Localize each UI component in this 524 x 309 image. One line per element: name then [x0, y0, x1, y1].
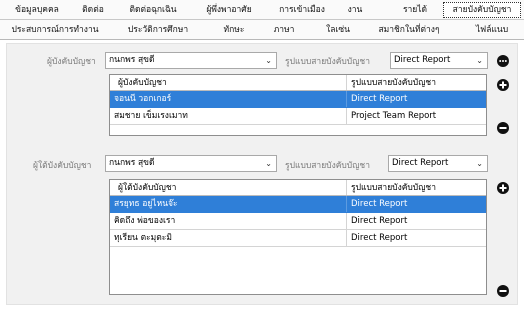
- supervisor-table: ผู้บังคับบัญชา รูปแบบสายบังคับบัญชา จอนน…: [109, 74, 487, 136]
- report-type-cell: Direct Report: [351, 216, 408, 226]
- tab-bar-row-2: ประสบการณ์การทำงาน ประวัติการศึกษา ทักษะ…: [0, 20, 524, 40]
- column-header-report-type[interactable]: รูปแบบสายบังคับบัญชา: [347, 75, 486, 90]
- supervisor-report-type-select[interactable]: Direct Report ⌄: [390, 52, 488, 69]
- minus-circle-icon: [499, 290, 507, 292]
- supervisor-select-value: กนกพร สุขดี: [109, 55, 155, 65]
- chevron-down-icon: ⌄: [476, 159, 483, 168]
- supervisor-report-type-value: Direct Report: [394, 55, 451, 65]
- subordinate-label: ผู้ใต้บังคับบัญชา: [33, 161, 92, 171]
- report-type-cell: Direct Report: [351, 94, 408, 104]
- tab-reporting-line[interactable]: สายบังคับบัญชา: [443, 2, 521, 18]
- chevron-down-icon: ⌄: [265, 56, 272, 65]
- tab-languages[interactable]: ภาษา: [268, 20, 300, 40]
- subordinate-select[interactable]: กนกพร สุขดี ⌄: [105, 155, 277, 172]
- tab-emergency-contact[interactable]: ติดต่อฉุกเฉิน: [118, 0, 188, 20]
- supervisor-label: ผู้บังคับบัญชา: [47, 57, 96, 67]
- tab-immigration[interactable]: การเข้าเมือง: [272, 0, 332, 20]
- table-row[interactable]: สรยุทธ อยู่ไหนจ๊ะ Direct Report: [110, 196, 486, 213]
- subordinate-report-type-label: รูปแบบสายบังคับบัญชา: [285, 161, 370, 171]
- subordinate-report-type-select[interactable]: Direct Report ⌄: [388, 155, 488, 172]
- plus-circle-icon: [499, 184, 507, 192]
- minus-circle-icon: [499, 127, 507, 129]
- remove-subordinate-button[interactable]: [497, 285, 509, 297]
- report-type-cell: Direct Report: [351, 233, 408, 243]
- tab-salary[interactable]: รายได้: [394, 0, 436, 20]
- ellipsis-circle-icon[interactable]: [497, 55, 509, 67]
- tab-education[interactable]: ประวัติการศึกษา: [116, 20, 200, 40]
- column-header-supervisor[interactable]: ผู้บังคับบัญชา: [110, 75, 347, 90]
- tab-contact[interactable]: ติดต่อ: [72, 0, 114, 20]
- remove-supervisor-button[interactable]: [497, 122, 509, 134]
- chevron-down-icon: ⌄: [265, 159, 272, 168]
- tab-personal-info[interactable]: ข้อมูลบุคคล: [4, 0, 70, 20]
- table-row[interactable]: จอนนี วอกเกอร์ Direct Report: [110, 91, 486, 108]
- subordinate-name-cell: คิดถึง พ่อของเรา: [110, 213, 347, 229]
- tab-attachments[interactable]: ไฟล์แนบ: [466, 20, 518, 40]
- table-header: ผู้บังคับบัญชา รูปแบบสายบังคับบัญชา: [110, 75, 486, 91]
- supervisor-name-cell: สมชาย เข็มเรงเมาท: [110, 108, 347, 124]
- tab-dependents[interactable]: ผู้พึ่งพาอาศัย: [192, 0, 266, 20]
- report-type-cell: Project Team Report: [351, 111, 437, 121]
- tab-job[interactable]: งาน: [338, 0, 372, 20]
- reporting-line-panel: ผู้บังคับบัญชา กนกพร สุขดี ⌄ รูปแบบสายบั…: [6, 43, 518, 305]
- chevron-down-icon: ⌄: [476, 56, 483, 65]
- supervisor-name-cell: จอนนี วอกเกอร์: [110, 91, 347, 107]
- tab-bar-row-1: ข้อมูลบุคคล ติดต่อ ติดต่อฉุกเฉิน ผู้พึ่ง…: [0, 0, 524, 20]
- tab-work-experience[interactable]: ประสบการณ์การทำงาน: [4, 20, 106, 40]
- table-row[interactable]: คิดถึง พ่อของเรา Direct Report: [110, 213, 486, 230]
- tab-licenses[interactable]: ใลเซ่น: [320, 20, 356, 40]
- table-row[interactable]: ทุเรียน ตะมุตะมิ Direct Report: [110, 230, 486, 247]
- supervisor-select[interactable]: กนกพร สุขดี ⌄: [105, 52, 277, 69]
- table-row[interactable]: สมชาย เข็มเรงเมาท Project Team Report: [110, 108, 486, 125]
- add-supervisor-button[interactable]: [497, 79, 509, 91]
- subordinate-name-cell: สรยุทธ อยู่ไหนจ๊ะ: [110, 196, 347, 212]
- tab-memberships[interactable]: สมาชิกในที่ต่างๆ: [368, 20, 450, 40]
- plus-circle-icon: [499, 81, 507, 89]
- subordinate-report-type-value: Direct Report: [392, 158, 449, 168]
- column-header-subordinate[interactable]: ผู้ใต้บังคับบัญชา: [110, 180, 347, 195]
- subordinate-select-value: กนกพร สุขดี: [109, 158, 155, 168]
- report-type-cell: Direct Report: [351, 199, 408, 209]
- tab-skills[interactable]: ทักษะ: [216, 20, 252, 40]
- add-subordinate-button[interactable]: [497, 182, 509, 194]
- subordinate-table: ผู้ใต้บังคับบัญชา รูปแบบสายบังคับบัญชา ส…: [109, 179, 487, 295]
- table-header: ผู้ใต้บังคับบัญชา รูปแบบสายบังคับบัญชา: [110, 180, 486, 196]
- column-header-report-type[interactable]: รูปแบบสายบังคับบัญชา: [347, 180, 486, 195]
- subordinate-name-cell: ทุเรียน ตะมุตะมิ: [110, 230, 347, 246]
- supervisor-report-type-label: รูปแบบสายบังคับบัญชา: [285, 57, 370, 67]
